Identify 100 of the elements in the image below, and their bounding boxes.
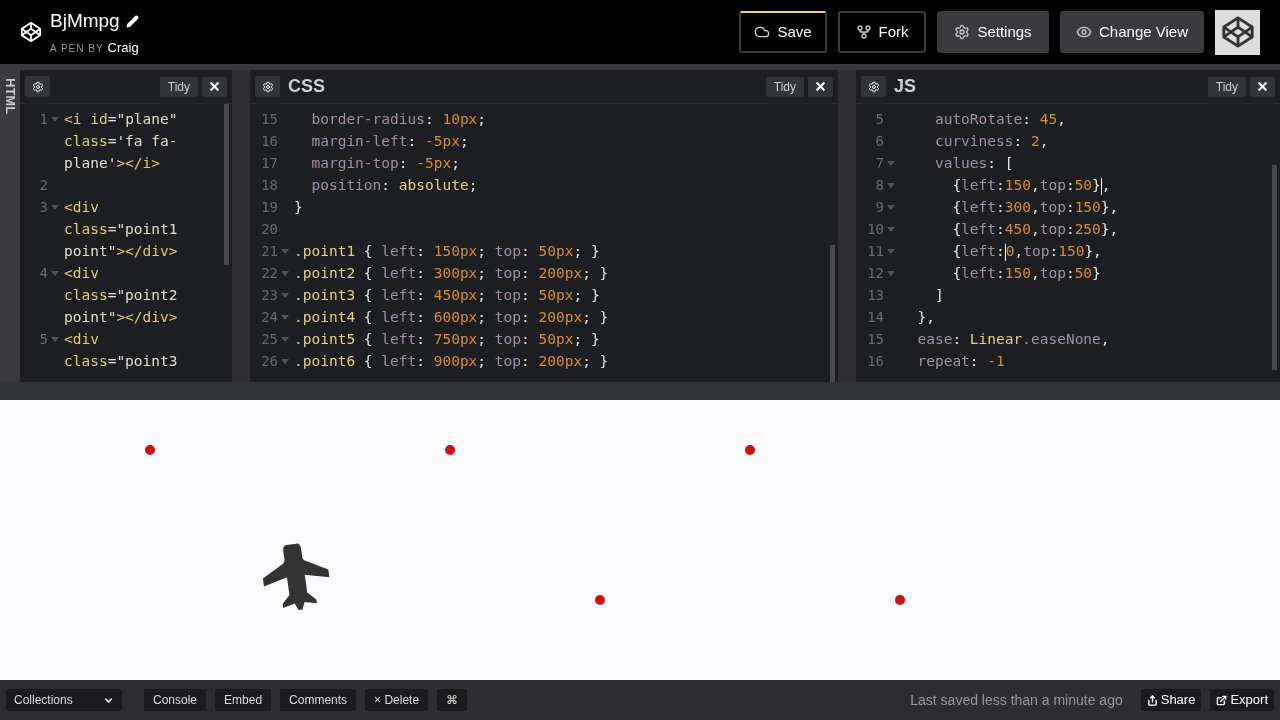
code-line: margin-left: -5px; — [310, 132, 469, 151]
footer-button[interactable]: Share — [1140, 689, 1202, 711]
fold-arrow-icon[interactable] — [51, 116, 59, 122]
tidy-button[interactable]: Tidy — [765, 76, 804, 97]
footer-button[interactable]: ⌘ — [437, 689, 468, 711]
line-number: 5 — [39, 329, 48, 349]
line-number: 18 — [261, 175, 278, 195]
close-icon — [208, 80, 221, 93]
line-number: 5 — [875, 109, 884, 129]
code-line: class='fa fa- — [64, 132, 178, 151]
fold-arrow-icon[interactable] — [887, 204, 895, 210]
line-number: 2 — [39, 175, 48, 195]
editor-title: CSS — [288, 75, 325, 98]
close-icon — [1256, 80, 1269, 93]
code-line: class="point2 — [64, 286, 178, 305]
fold-arrow-icon[interactable] — [281, 314, 289, 320]
line-number: 14 — [867, 307, 884, 327]
code-line: {left:450,top:250}, — [951, 220, 1119, 239]
fold-arrow-icon[interactable] — [281, 248, 289, 254]
logo-icon — [20, 21, 42, 43]
line-number: 17 — [261, 153, 278, 173]
close-button[interactable] — [1250, 76, 1275, 97]
fold-arrow-icon[interactable] — [887, 270, 895, 276]
save-status: Last saved less than a minute ago — [910, 690, 1123, 710]
pencil-icon[interactable] — [125, 14, 139, 28]
line-number: 24 — [261, 307, 278, 327]
close-icon — [814, 80, 827, 93]
line-number: 21 — [261, 241, 278, 261]
footer-button[interactable]: Embed — [215, 689, 272, 711]
fold-arrow-icon[interactable] — [51, 270, 59, 276]
cloud-icon — [754, 24, 771, 40]
settings-icon — [261, 80, 274, 93]
code-line: point"></div> — [64, 242, 178, 261]
code-line: class="point1 — [64, 220, 178, 239]
footer-button[interactable]: × Delete — [365, 689, 429, 711]
scrollbar[interactable] — [830, 245, 835, 382]
avatar[interactable] — [1215, 9, 1260, 55]
fold-arrow-icon[interactable] — [281, 270, 289, 276]
byline-label: A PEN BY — [50, 41, 104, 56]
path-point-marker — [145, 445, 155, 455]
code-line: <div — [64, 198, 99, 217]
external-link-icon — [1216, 694, 1228, 706]
resize-handle[interactable] — [232, 70, 250, 382]
line-number: 12 — [867, 263, 884, 283]
code-line: {left:300,top:150}, — [951, 198, 1119, 217]
code-line: .point5 { left: 750px; top: 50px; } — [294, 330, 600, 349]
line-number: 15 — [867, 329, 884, 349]
fold-arrow-icon[interactable] — [51, 336, 59, 342]
tidy-button[interactable]: Tidy — [1207, 76, 1246, 97]
close-button[interactable] — [202, 76, 227, 97]
code-line: .point2 { left: 300px; top: 200px; } — [294, 264, 609, 283]
code-line: .point6 { left: 900px; top: 200px; } — [294, 352, 609, 371]
fold-arrow-icon[interactable] — [281, 358, 289, 364]
fold-arrow-icon[interactable] — [281, 292, 289, 298]
code-line: autoRotate: 45, — [933, 110, 1066, 129]
settings-icon — [31, 80, 44, 93]
editor-title: JS — [894, 75, 917, 98]
author-link[interactable]: Craig — [107, 37, 139, 57]
fold-arrow-icon[interactable] — [887, 226, 895, 232]
collections-dropdown[interactable]: Collections — [6, 689, 122, 711]
code-line: margin-top: -5px; — [310, 154, 460, 173]
tidy-button[interactable]: Tidy — [159, 76, 198, 97]
code-line: border-radius: 10px; — [310, 110, 487, 129]
code-line: {left:0,top:150}, — [951, 242, 1102, 262]
resize-handle[interactable] — [838, 70, 856, 382]
editor-side-label[interactable]: HTML — [0, 70, 20, 382]
code-line: plane'></i> — [64, 154, 161, 173]
pen-title: BjMmpg — [50, 9, 120, 33]
settings-button[interactable] — [861, 76, 886, 97]
line-number: 26 — [261, 351, 278, 371]
fold-arrow-icon[interactable] — [887, 248, 895, 254]
line-number: 10 — [867, 219, 884, 239]
fold-arrow-icon[interactable] — [887, 182, 895, 188]
fork-icon — [855, 24, 872, 40]
code-line: values: [ — [933, 154, 1014, 173]
fold-arrow-icon[interactable] — [887, 160, 895, 166]
path-point-marker — [895, 595, 905, 605]
path-point-marker — [745, 445, 755, 455]
fold-arrow-icon[interactable] — [281, 336, 289, 342]
header-button[interactable]: Save — [739, 11, 827, 53]
code-line: .point3 { left: 450px; top: 50px; } — [294, 286, 600, 305]
scrollbar[interactable] — [224, 104, 229, 265]
settings-button[interactable] — [255, 76, 280, 97]
header-button[interactable]: Settings — [937, 11, 1049, 53]
close-button[interactable] — [808, 76, 833, 97]
code-line: <div — [64, 330, 99, 349]
settings-button[interactable] — [25, 76, 50, 97]
footer-button[interactable]: Console — [144, 689, 207, 711]
line-number: 9 — [875, 197, 884, 217]
footer-button[interactable]: Comments — [280, 689, 357, 711]
header-button[interactable]: Fork — [838, 11, 926, 53]
scrollbar[interactable] — [1272, 165, 1277, 370]
code-line: }, — [916, 308, 935, 327]
line-number: 3 — [39, 197, 48, 217]
header-button[interactable]: Change View — [1060, 11, 1204, 53]
avatar-logo-icon — [1220, 15, 1255, 49]
footer-button[interactable]: Export — [1210, 689, 1274, 711]
code-line: <div — [64, 264, 99, 283]
fold-arrow-icon[interactable] — [51, 204, 59, 210]
code-line: repeat: -1 — [916, 352, 1005, 371]
